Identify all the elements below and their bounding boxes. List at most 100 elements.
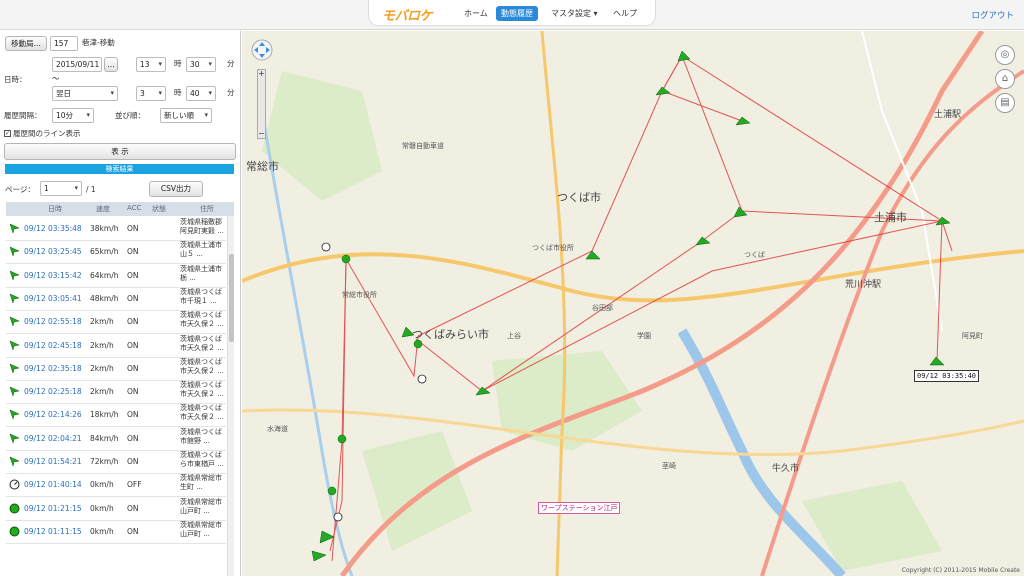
row-acc: OFF <box>127 480 142 490</box>
order-select[interactable]: 新しい順 <box>160 108 212 123</box>
interval-select[interactable]: 10分 <box>52 108 94 123</box>
row-datetime-link[interactable]: 09/12 03:35:48 <box>24 224 82 233</box>
nav-home[interactable]: ホーム <box>459 6 493 21</box>
table-row[interactable]: 09/12 01:21:15 0km/h ON 茨城県常総市山戸町 ... <box>6 498 226 521</box>
row-datetime-link[interactable]: 09/12 01:40:14 <box>24 480 82 489</box>
row-speed: 65km/h <box>90 247 119 257</box>
row-speed: 0km/h <box>90 503 114 513</box>
hour-unit: 時 <box>174 59 182 68</box>
print-button[interactable]: ▤ <box>995 93 1015 113</box>
nav-history[interactable]: 動態履歴 <box>496 6 538 21</box>
table-row[interactable]: 09/12 01:40:14 0km/h OFF 茨城県常総市生町 ... <box>6 474 226 498</box>
row-address: 茨城県常総市山戸町 ... <box>180 520 222 538</box>
col-status[interactable]: 状態 <box>152 204 166 214</box>
row-datetime-link[interactable]: 09/12 02:55:18 <box>24 317 82 326</box>
calendar-button[interactable]: … <box>104 57 118 72</box>
arrow-icon <box>9 293 20 304</box>
csv-export-button[interactable]: CSV出力 <box>149 181 203 197</box>
end-date-select[interactable]: 翌日 <box>52 86 118 101</box>
table-row[interactable]: 09/12 02:04:21 84km/h ON 茨城県つくば市館野 ... <box>6 428 226 451</box>
datetime-label: 日時： <box>4 75 27 84</box>
row-speed: 0km/h <box>90 526 114 536</box>
row-datetime-link[interactable]: 09/12 03:15:42 <box>24 271 82 280</box>
row-address: 茨城県稲敷郡阿見町実穀 ... <box>180 218 224 235</box>
table-row[interactable]: 09/12 03:25:45 65km/h ON 茨城県土浦市山５ ... <box>6 241 226 265</box>
table-row[interactable]: 09/12 02:35:18 2km/h ON 茨城県つくば市天久保２ ... <box>6 358 226 381</box>
logout-link[interactable]: ログアウト <box>971 9 1014 21</box>
printer-icon: ▤ <box>1000 97 1010 108</box>
start-min-select[interactable]: 30 <box>186 57 216 72</box>
start-hour-select[interactable]: 13 <box>136 57 166 72</box>
pan-arrows-icon <box>251 39 273 61</box>
map-label-gakuen: 学園 <box>637 332 651 340</box>
row-datetime-link[interactable]: 09/12 03:05:41 <box>24 294 82 303</box>
table-row[interactable]: 09/12 02:14:26 18km/h ON 茨城県つくば市天久保２ ... <box>6 404 226 428</box>
row-datetime-link[interactable]: 09/12 01:54:21 <box>24 457 82 466</box>
table-row[interactable]: 09/12 01:54:21 72km/h ON 茨城県つくばら市東楢戸 ... <box>6 451 226 474</box>
latest-position-tooltip: 09/12 03:35:40 <box>914 370 980 382</box>
zoom-out-icon[interactable]: − <box>258 130 265 138</box>
hour-unit-2: 時 <box>174 88 182 97</box>
stop-icon <box>9 479 20 490</box>
table-row[interactable]: 09/12 03:35:48 38km/h ON 茨城県稲敷郡阿見町実穀 ... <box>6 218 226 241</box>
row-datetime-link[interactable]: 09/12 03:25:45 <box>24 247 82 256</box>
arrow-icon <box>9 223 20 234</box>
scroll-thumb[interactable] <box>229 254 234 342</box>
history-table: 日時 速度 ACC 状態 住所 09/12 03:35:48 38km/h ON 茨城… <box>6 202 234 576</box>
row-speed: 84km/h <box>90 433 119 443</box>
top-bar: モバロケ ホーム 動態履歴 マスタ設定 ▾ ヘルプ ログアウト <box>0 0 1024 30</box>
nav-help[interactable]: ヘルプ <box>608 6 642 21</box>
row-datetime-link[interactable]: 09/12 02:45:18 <box>24 341 82 350</box>
map-label-joso-office: 常総市役所 <box>342 291 377 299</box>
row-datetime-link[interactable]: 09/12 01:11:15 <box>24 527 82 536</box>
row-address: 茨城県つくば市天久保２ ... <box>180 311 224 329</box>
row-datetime-link[interactable]: 09/12 02:04:21 <box>24 434 82 443</box>
row-datetime-link[interactable]: 09/12 02:25:18 <box>24 387 82 396</box>
row-speed: 2km/h <box>90 363 114 373</box>
table-row[interactable]: 09/12 02:55:18 2km/h ON 茨城県つくば市天久保２ ... <box>6 311 226 335</box>
page-select[interactable]: 1 <box>40 181 82 196</box>
row-datetime-link[interactable]: 09/12 01:21:15 <box>24 504 82 513</box>
table-row[interactable]: 09/12 01:11:15 0km/h ON 茨城県常総市山戸町 ... <box>6 521 226 544</box>
start-date-field[interactable]: 2015/09/11 <box>52 57 102 72</box>
zoom-in-icon[interactable]: + <box>258 70 265 78</box>
device-id-field[interactable]: 157 <box>50 36 78 51</box>
table-scrollbar[interactable] <box>227 216 234 576</box>
table-row[interactable]: 09/12 03:05:41 48km/h ON 茨城県つくば市千現１ ... <box>6 288 226 311</box>
row-datetime-link[interactable]: 09/12 02:35:18 <box>24 364 82 373</box>
map-label-ami: 阿見町 <box>962 332 983 340</box>
row-speed: 38km/h <box>90 224 119 233</box>
row-acc: ON <box>127 247 139 257</box>
map-label-ushiku: 牛久市 <box>772 464 800 474</box>
end-min-select[interactable]: 40 <box>186 86 216 101</box>
table-header: 日時 速度 ACC 状態 住所 <box>6 202 234 216</box>
row-address: 茨城県つくば市館野 ... <box>180 427 222 445</box>
table-row[interactable]: 09/12 02:25:18 2km/h ON 茨城県つくば市天久保２ ... <box>6 381 226 405</box>
table-row[interactable]: 09/12 02:45:18 2km/h ON 茨城県つくば市天久保２ ... <box>6 335 226 358</box>
arrow-icon <box>9 386 20 397</box>
pan-control[interactable] <box>251 39 273 61</box>
nav-master-settings[interactable]: マスタ設定 ▾ <box>546 6 603 21</box>
col-speed[interactable]: 速度 <box>96 204 110 214</box>
map-label-joban: 常磐自動車道 <box>402 142 444 150</box>
col-address[interactable]: 住所 <box>200 204 214 214</box>
app-logo[interactable]: モバロケ <box>382 5 433 24</box>
arrow-icon <box>9 409 20 421</box>
locate-button[interactable]: ◎ <box>995 45 1015 65</box>
col-acc[interactable]: ACC <box>127 204 141 212</box>
device-select-button[interactable]: 移動局... <box>5 36 47 51</box>
end-hour-select[interactable]: 3 <box>136 86 166 101</box>
line-display-checkbox[interactable]: ✓ <box>4 130 11 137</box>
zoom-slider[interactable]: + − <box>257 69 266 139</box>
col-datetime[interactable]: 日時 <box>48 204 62 214</box>
table-row[interactable]: 09/12 03:15:42 64km/h ON 茨城県土浦市栃 ... <box>6 265 226 288</box>
interval-label: 履歴間隔： <box>4 111 42 120</box>
map-label-tsukuba-station: つくば <box>744 251 765 259</box>
idle-icon <box>9 526 20 537</box>
home-button[interactable]: ⌂ <box>995 69 1015 89</box>
row-acc: ON <box>127 387 139 397</box>
row-datetime-link[interactable]: 09/12 02:14:26 <box>24 410 82 419</box>
show-button[interactable]: 表 示 <box>4 143 236 160</box>
row-speed: 72km/h <box>90 457 119 466</box>
map-view[interactable]: つくば市 つくばみらい市 土浦市 常総市 荒川沖駅 土浦駅 つくば市役所 常総市… <box>242 31 1024 576</box>
